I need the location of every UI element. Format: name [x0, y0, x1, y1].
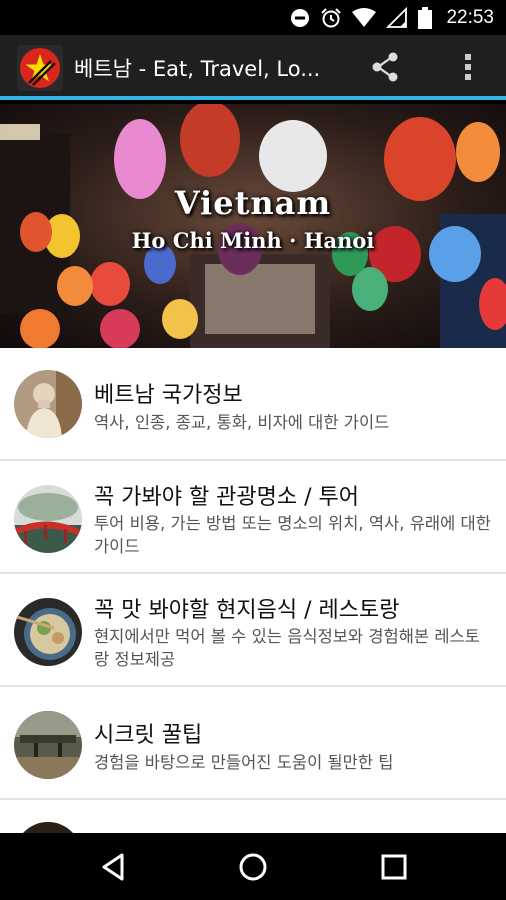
list-item-title: 꼭 가봐야 할 관광명소 / 투어 [94, 485, 360, 510]
partial-thumbnail [14, 822, 82, 833]
list-item-attractions[interactable]: 꼭 가봐야 할 관광명소 / 투어 투어 비용, 가는 방법 또는 명소의 위치… [0, 461, 506, 574]
list-item-country-info[interactable]: 베트남 국가정보 역사, 인종, 종교, 통화, 비자에 대한 가이드 [0, 348, 506, 461]
local-food-thumbnail [14, 598, 82, 666]
app-title: 베트남 - Eat, Travel, Lo... [74, 57, 321, 81]
share-icon [372, 52, 398, 82]
list-item-title: 베트남 국가정보 [94, 383, 243, 408]
country-info-thumbnail [14, 370, 82, 438]
home-icon [239, 853, 267, 881]
hero-banner: Vietnam Ho Chi Minh · Hanoi [0, 104, 506, 348]
list-item-desc: 경험을 바탕으로 만들어진 도움이 될만한 팁 [94, 753, 394, 772]
lantern-market-photo [0, 104, 506, 348]
do-not-disturb-icon [291, 8, 310, 27]
system-nav-bar [0, 833, 506, 900]
back-button[interactable] [94, 847, 134, 887]
status-time: 22:53 [446, 6, 494, 28]
status-bar: 22:53 [0, 0, 506, 35]
overflow-menu-icon [465, 54, 471, 80]
list-item-desc: 현지에서만 먹어 볼 수 있는 음식정보와 경험해본 레스토랑 정보제공 [94, 627, 480, 669]
share-button[interactable] [366, 49, 406, 85]
hero-subtitle: Ho Chi Minh · Hanoi [131, 228, 375, 253]
menu-list: 베트남 국가정보 역사, 인종, 종교, 통화, 비자에 대한 가이드 꼭 가봐… [0, 348, 506, 833]
vietnam-flag-logo[interactable] [17, 45, 63, 91]
list-item-secret-tips[interactable]: 시크릿 꿀팁 경험을 바탕으로 만들어진 도움이 될만한 팁 [0, 687, 506, 800]
alarm-icon [321, 7, 342, 27]
list-item-desc: 역사, 인종, 종교, 통화, 비자에 대한 가이드 [94, 413, 390, 432]
wifi-icon [352, 7, 377, 27]
signal-icon [386, 6, 408, 28]
secret-tips-thumbnail [14, 711, 82, 779]
back-icon [102, 853, 124, 881]
list-item-desc: 투어 비용, 가는 방법 또는 명소의 위치, 역사, 유래에 대한 가이드 [94, 514, 491, 556]
recents-icon [381, 854, 407, 880]
home-button[interactable] [233, 847, 273, 887]
hero-title: Vietnam [174, 184, 332, 222]
battery-icon [418, 6, 433, 29]
recents-button[interactable] [374, 847, 414, 887]
list-item-title: 시크릿 꿀팁 [94, 723, 203, 748]
list-item-partial[interactable] [0, 800, 506, 833]
app-bar: 베트남 - Eat, Travel, Lo... [0, 35, 506, 100]
overflow-menu-button[interactable] [455, 49, 481, 85]
attractions-thumbnail [14, 485, 82, 553]
list-item-title: 꼭 맛 봐야할 현지음식 / 레스토랑 [94, 598, 400, 623]
list-item-local-food[interactable]: 꼭 맛 봐야할 현지음식 / 레스토랑 현지에서만 먹어 볼 수 있는 음식정보… [0, 574, 506, 687]
